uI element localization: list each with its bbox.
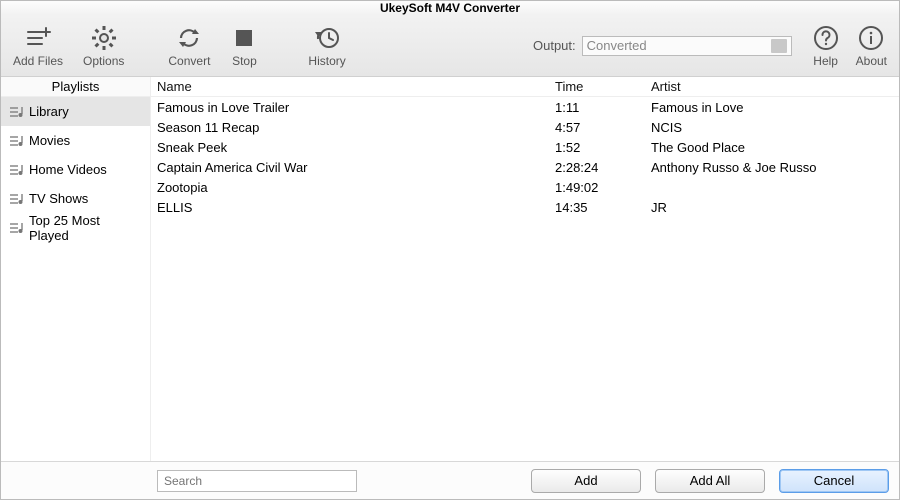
toolbar: Add Files Options Convert Stop xyxy=(1,15,899,77)
column-header-artist[interactable]: Artist xyxy=(651,79,899,94)
footer: Add Add All Cancel xyxy=(1,461,899,499)
output-label: Output: xyxy=(533,38,576,53)
sidebar-item-label: Movies xyxy=(29,133,70,148)
cell-name: Captain America Civil War xyxy=(155,160,555,175)
stop-icon xyxy=(230,24,258,52)
table-row[interactable]: Captain America Civil War2:28:24Anthony … xyxy=(151,157,899,177)
cell-name: ELLIS xyxy=(155,200,555,215)
list-header: Name Time Artist xyxy=(151,77,899,97)
help-icon xyxy=(812,24,840,52)
folder-icon[interactable] xyxy=(771,39,787,53)
convert-button[interactable]: Convert xyxy=(168,24,210,68)
info-icon xyxy=(857,24,885,52)
table-row[interactable]: Famous in Love Trailer1:11Famous in Love xyxy=(151,97,899,117)
output-group: Output: Converted xyxy=(533,36,792,56)
stop-button[interactable]: Stop xyxy=(230,24,258,68)
add-button[interactable]: Add xyxy=(531,469,641,493)
add-files-icon xyxy=(24,24,52,52)
table-row[interactable]: Zootopia1:49:02 xyxy=(151,177,899,197)
sidebar-item[interactable]: Top 25 Most Played xyxy=(1,213,150,242)
refresh-icon xyxy=(175,24,203,52)
cell-artist: Famous in Love xyxy=(651,100,899,115)
playlist-icon xyxy=(9,221,25,235)
sidebar-item-label: TV Shows xyxy=(29,191,88,206)
cell-time: 1:52 xyxy=(555,140,651,155)
cancel-button[interactable]: Cancel xyxy=(779,469,889,493)
history-label: History xyxy=(308,54,345,68)
cell-name: Zootopia xyxy=(155,180,555,195)
sidebar-item-label: Library xyxy=(29,104,69,119)
cell-time: 14:35 xyxy=(555,200,651,215)
list-rows: Famous in Love Trailer1:11Famous in Love… xyxy=(151,97,899,461)
table-row[interactable]: Sneak Peek1:52The Good Place xyxy=(151,137,899,157)
cell-artist: NCIS xyxy=(651,120,899,135)
cell-time: 1:49:02 xyxy=(555,180,651,195)
options-button[interactable]: Options xyxy=(83,24,124,68)
convert-label: Convert xyxy=(168,54,210,68)
add-all-button[interactable]: Add All xyxy=(655,469,765,493)
table-row[interactable]: ELLIS14:35JR xyxy=(151,197,899,217)
sidebar-item[interactable]: Movies xyxy=(1,126,150,155)
cell-time: 2:28:24 xyxy=(555,160,651,175)
search-input[interactable] xyxy=(157,470,357,492)
options-label: Options xyxy=(83,54,124,68)
add-files-label: Add Files xyxy=(13,54,63,68)
sidebar-item[interactable]: TV Shows xyxy=(1,184,150,213)
sidebar-header: Playlists xyxy=(1,77,150,97)
add-files-button[interactable]: Add Files xyxy=(13,24,63,68)
cell-time: 4:57 xyxy=(555,120,651,135)
sidebar-item-label: Top 25 Most Played xyxy=(29,213,142,243)
sidebar-item[interactable]: Library xyxy=(1,97,150,126)
table-row[interactable]: Season 11 Recap4:57NCIS xyxy=(151,117,899,137)
sidebar: Playlists Library Movies Home Videos TV Sho… xyxy=(1,77,151,461)
about-button[interactable]: About xyxy=(856,24,887,68)
column-header-time[interactable]: Time xyxy=(555,79,651,94)
gear-icon xyxy=(90,24,118,52)
about-label: About xyxy=(856,54,887,68)
stop-label: Stop xyxy=(232,54,257,68)
playlist-icon xyxy=(9,134,25,148)
sidebar-item-label: Home Videos xyxy=(29,162,107,177)
history-button[interactable]: History xyxy=(308,24,345,68)
output-path-value: Converted xyxy=(587,38,647,53)
cell-artist: The Good Place xyxy=(651,140,899,155)
output-path-field[interactable]: Converted xyxy=(582,36,792,56)
cell-artist: Anthony Russo & Joe Russo xyxy=(651,160,899,175)
cell-name: Sneak Peek xyxy=(155,140,555,155)
help-button[interactable]: Help xyxy=(812,24,840,68)
column-header-name[interactable]: Name xyxy=(155,79,555,94)
cell-name: Season 11 Recap xyxy=(155,120,555,135)
help-label: Help xyxy=(813,54,838,68)
playlist-icon xyxy=(9,192,25,206)
cell-artist: JR xyxy=(651,200,899,215)
playlist-icon xyxy=(9,163,25,177)
cell-name: Famous in Love Trailer xyxy=(155,100,555,115)
sidebar-item[interactable]: Home Videos xyxy=(1,155,150,184)
history-icon xyxy=(313,24,341,52)
list-area: Name Time Artist Famous in Love Trailer1… xyxy=(151,77,899,461)
cell-time: 1:11 xyxy=(555,100,651,115)
window-title: UkeySoft M4V Converter xyxy=(1,1,899,15)
playlist-icon xyxy=(9,105,25,119)
app-window: UkeySoft M4V Converter Add Files Options xyxy=(0,0,900,500)
